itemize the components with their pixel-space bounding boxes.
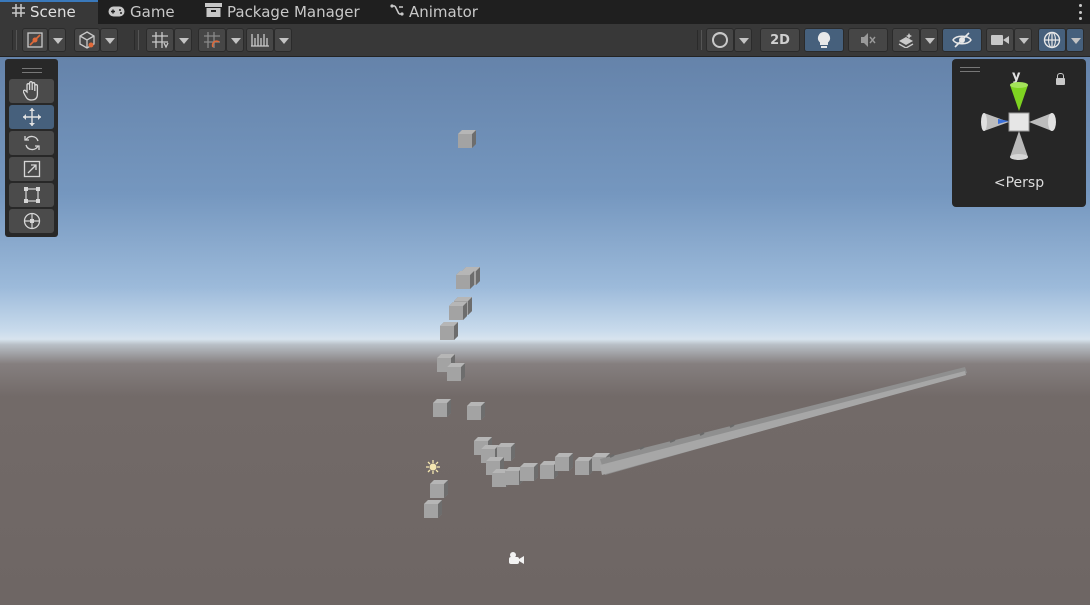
tab-label: Game [130,3,175,21]
effects-button[interactable] [892,28,920,52]
cube[interactable] [456,271,474,289]
draw-mode-icon [27,32,43,48]
rect-tool-button[interactable] [9,183,54,207]
scene-toolbar: 2D [0,24,1090,57]
tab-label: Animator [409,3,478,21]
draw-mode-dropdown[interactable] [48,28,66,52]
cube[interactable] [458,130,476,148]
tab-package-manager[interactable]: Package Manager [205,0,360,24]
camera-gizmo-icon[interactable] [509,552,524,564]
perspective-icon: < [993,175,1006,191]
more-options-icon[interactable] [1078,4,1082,20]
toolbar-grip [12,30,17,50]
render-paths-button[interactable] [706,28,734,52]
draw-mode-button[interactable] [22,28,48,52]
shading-mode-icon [79,31,95,49]
lighting-toggle[interactable] [804,28,844,52]
projection-label: Persp [1005,175,1045,191]
light-gizmo-icon[interactable] [426,460,440,474]
scene-viewport[interactable] [0,57,1090,605]
increment-snap-button[interactable] [198,28,226,52]
axis-gizmo-icon[interactable] [952,59,1086,169]
audio-toggle[interactable] [848,28,888,52]
scene-objects [424,130,967,564]
rotate-tool-button[interactable] [9,131,54,155]
increment-snap-icon [204,32,220,48]
ruler-button[interactable] [246,28,274,52]
render-paths-icon [712,32,728,48]
cube[interactable] [440,322,458,340]
ruler-icon [251,34,269,47]
animator-icon [390,0,404,24]
shading-mode-dropdown[interactable] [100,28,118,52]
cube[interactable] [575,457,593,475]
lighting-icon [817,31,831,48]
move-icon [22,108,41,126]
rect-transform-icon [23,187,40,203]
render-paths-dropdown[interactable] [734,28,752,52]
cube[interactable] [447,363,465,381]
cube[interactable] [433,399,451,417]
cube[interactable] [520,463,538,481]
transform-icon [23,212,40,230]
tab-scene[interactable]: Scene [0,0,98,24]
effects-dropdown[interactable] [920,28,938,52]
hand-tool-button[interactable] [9,79,54,103]
package-icon [205,0,222,24]
scale-icon [23,160,40,178]
projection-toggle[interactable]: <Persp [952,175,1086,191]
cube[interactable] [430,480,448,498]
grid-snapping-button[interactable] [146,28,174,52]
visibility-icon [952,32,972,48]
rotate-icon [23,135,40,151]
scale-tool-button[interactable] [9,157,54,181]
ruler-dropdown[interactable] [274,28,292,52]
effects-icon [898,33,914,48]
increment-snap-dropdown[interactable] [226,28,244,52]
grid-snapping-icon [152,32,169,49]
grid-icon [12,0,25,24]
cube[interactable] [555,453,573,471]
gizmos-icon [1043,31,1061,49]
orientation-gizmo: y <Persp [952,59,1086,207]
tab-label: Scene [30,3,76,21]
cube[interactable] [424,500,442,518]
camera-icon [991,35,1009,45]
gamepad-icon [108,0,125,24]
overlay-grip[interactable] [22,68,42,73]
camera-dropdown[interactable] [1014,28,1032,52]
grid-snapping-dropdown[interactable] [174,28,192,52]
transform-tool-button[interactable] [9,209,54,233]
tab-label: Package Manager [227,3,360,21]
cube[interactable] [467,402,485,420]
toolbar-separator [134,30,139,50]
camera-button[interactable] [986,28,1014,52]
tool-overlay [5,59,58,237]
audio-icon [861,33,876,47]
two-d-toggle[interactable]: 2D [760,28,800,52]
toolbar-separator [697,30,702,50]
gizmos-button[interactable] [1038,28,1066,52]
tab-animator[interactable]: Animator [390,0,478,24]
hand-icon [22,81,38,101]
gizmos-dropdown[interactable] [1066,28,1084,52]
tab-game[interactable]: Game [108,0,175,24]
shading-mode-button[interactable] [74,28,100,52]
visibility-toggle[interactable] [942,28,982,52]
editor-tab-bar: Scene Game Package Manager Animator [0,0,1090,24]
cube[interactable] [449,302,467,320]
move-tool-button[interactable] [9,105,54,129]
